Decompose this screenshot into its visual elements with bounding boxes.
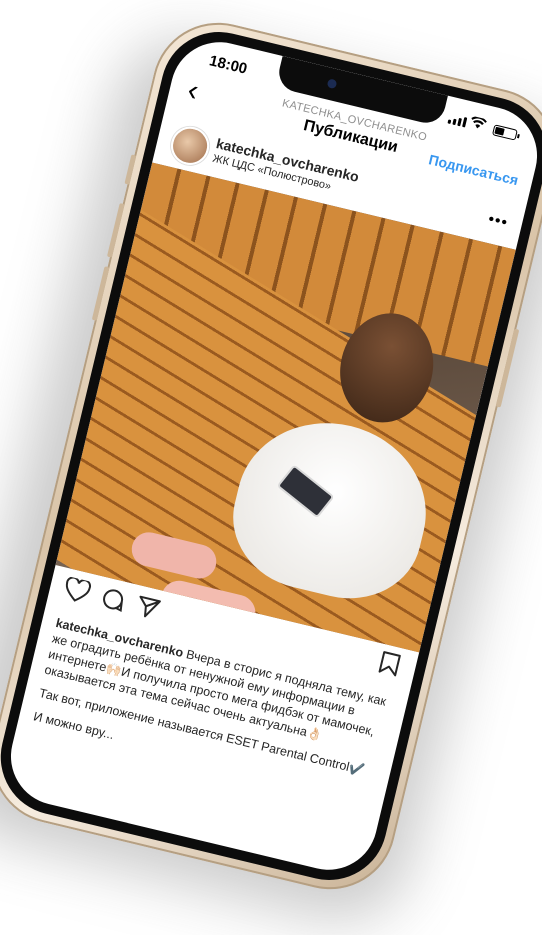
avatar[interactable] <box>167 122 213 169</box>
battery-icon <box>491 124 518 141</box>
comment-icon[interactable] <box>97 585 128 621</box>
heart-icon[interactable] <box>60 576 93 612</box>
signal-icon <box>447 114 468 128</box>
bookmark-icon[interactable] <box>376 650 403 685</box>
phone-bezel: 18:00 ‹ KATECHKA_OVCHARENKO Публикации П… <box>0 20 542 892</box>
status-time: 18:00 <box>207 52 249 78</box>
post-photo[interactable] <box>55 162 516 653</box>
wifi-icon <box>468 115 487 134</box>
camera-icon <box>326 78 338 90</box>
phone-frame: 18:00 ‹ KATECHKA_OVCHARENKO Публикации П… <box>0 9 542 903</box>
phone-screen: 18:00 ‹ KATECHKA_OVCHARENKO Публикации П… <box>0 32 542 880</box>
send-icon[interactable] <box>132 593 163 629</box>
more-horizontal-icon[interactable]: ••• <box>486 211 509 233</box>
